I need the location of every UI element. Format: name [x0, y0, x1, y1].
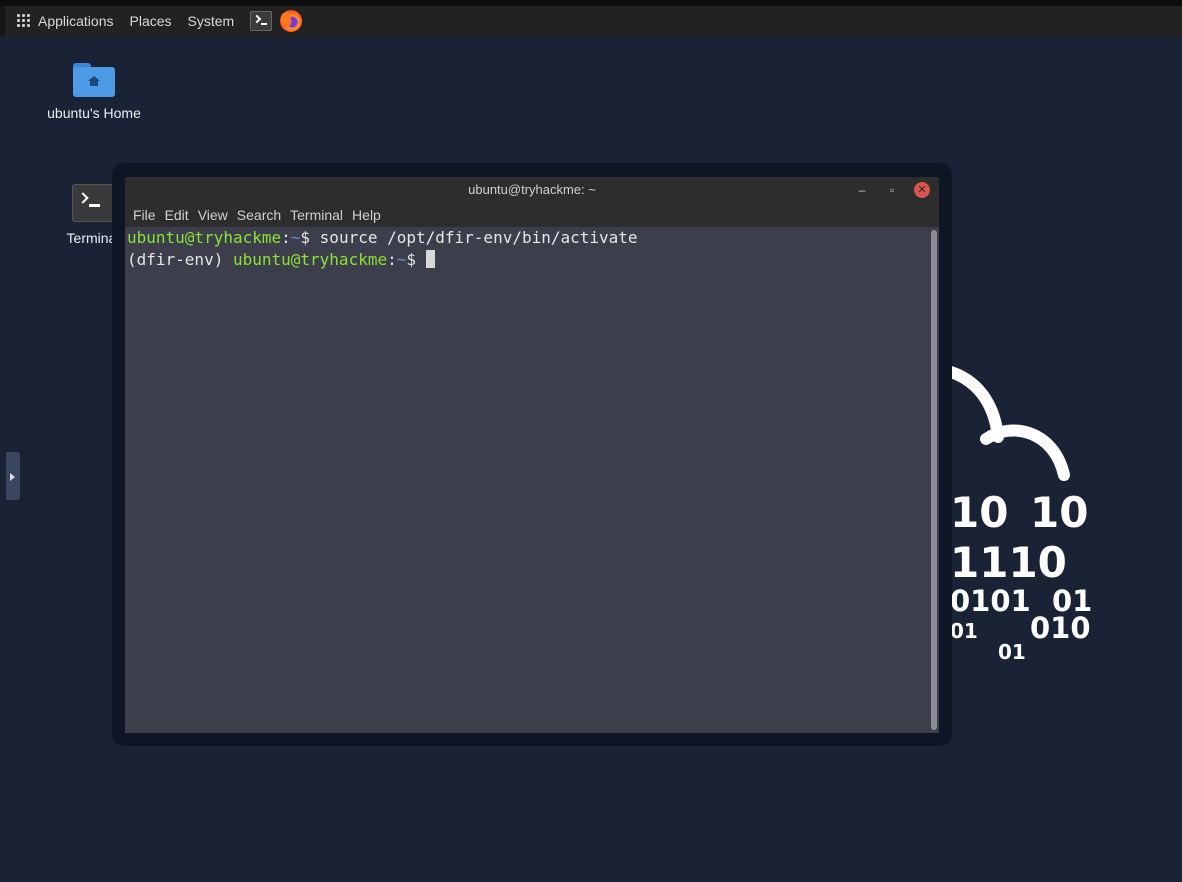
- prompt-colon: :: [281, 228, 291, 247]
- home-folder-icon: [73, 63, 115, 97]
- wallpaper-bits-3: 0101: [950, 584, 1031, 618]
- applications-menu[interactable]: Applications: [5, 13, 114, 29]
- menu-file[interactable]: File: [133, 207, 156, 223]
- side-panel-handle[interactable]: [6, 452, 20, 500]
- menu-help[interactable]: Help: [352, 207, 381, 223]
- menu-search[interactable]: Search: [237, 207, 281, 223]
- places-menu[interactable]: Places: [130, 13, 172, 29]
- minimize-button[interactable]: –: [854, 182, 870, 198]
- wallpaper-bits-2: 1110: [950, 538, 1067, 587]
- prompt-user: ubuntu@tryhackme: [127, 228, 282, 247]
- terminal-window[interactable]: ubuntu@tryhackme: ~ – ▫ ✕ File Edit View…: [125, 177, 939, 733]
- apps-grid-icon: [17, 14, 31, 28]
- terminal-console[interactable]: ubuntu@tryhackme:~$ source /opt/dfir-env…: [125, 227, 929, 733]
- close-button[interactable]: ✕: [914, 182, 930, 198]
- prompt-user: ubuntu@tryhackme: [232, 250, 388, 269]
- venv-prefix: (dfir-env): [127, 250, 233, 269]
- text-cursor: [425, 250, 435, 268]
- system-menu[interactable]: System: [188, 13, 235, 29]
- terminal-line-1: ubuntu@tryhackme:~$ source /opt/dfir-env…: [125, 227, 929, 249]
- terminal-icon: [72, 184, 114, 222]
- home-folder-label: ubuntu's Home: [47, 105, 141, 121]
- wallpaper-bits-7: 01: [998, 640, 1026, 664]
- window-menubar: File Edit View Search Terminal Help: [125, 203, 939, 227]
- wallpaper-bits-6: 010: [1030, 611, 1091, 645]
- prompt-dir: ~: [290, 228, 301, 247]
- maximize-button[interactable]: ▫: [884, 182, 900, 198]
- wallpaper-bits-5: 01: [950, 619, 978, 643]
- terminal-launcher-icon[interactable]: [250, 11, 273, 31]
- command-text: source /opt/dfir-env/bin/activate: [319, 228, 638, 247]
- terminal-scrollbar[interactable]: [931, 230, 937, 730]
- prompt-symbol: $: [406, 250, 426, 269]
- menu-terminal[interactable]: Terminal: [290, 207, 343, 223]
- window-title: ubuntu@tryhackme: ~: [468, 182, 596, 197]
- top-panel: Applications Places System: [0, 0, 1182, 36]
- wallpaper-bits-0: 10: [950, 488, 1008, 537]
- wallpaper-arc-2: [980, 424, 1070, 481]
- prompt-dir: ~: [396, 250, 407, 269]
- desktop-home-folder[interactable]: ubuntu's Home: [39, 63, 149, 121]
- firefox-launcher-icon[interactable]: [280, 10, 303, 32]
- menu-view[interactable]: View: [198, 207, 228, 223]
- wallpaper-bits-1: 10: [1030, 488, 1088, 537]
- window-titlebar[interactable]: ubuntu@tryhackme: ~ – ▫ ✕: [125, 177, 939, 203]
- menu-edit[interactable]: Edit: [165, 207, 189, 223]
- terminal-line-2: (dfir-env) ubuntu@tryhackme:~$: [125, 249, 929, 271]
- top-panel-bar: Applications Places System: [5, 6, 1182, 36]
- wallpaper-logo: 10 10 1110 0101 01 01 010 01: [936, 363, 1092, 664]
- applications-label: Applications: [38, 13, 114, 29]
- prompt-colon: :: [387, 250, 397, 269]
- prompt-symbol: $: [300, 228, 320, 247]
